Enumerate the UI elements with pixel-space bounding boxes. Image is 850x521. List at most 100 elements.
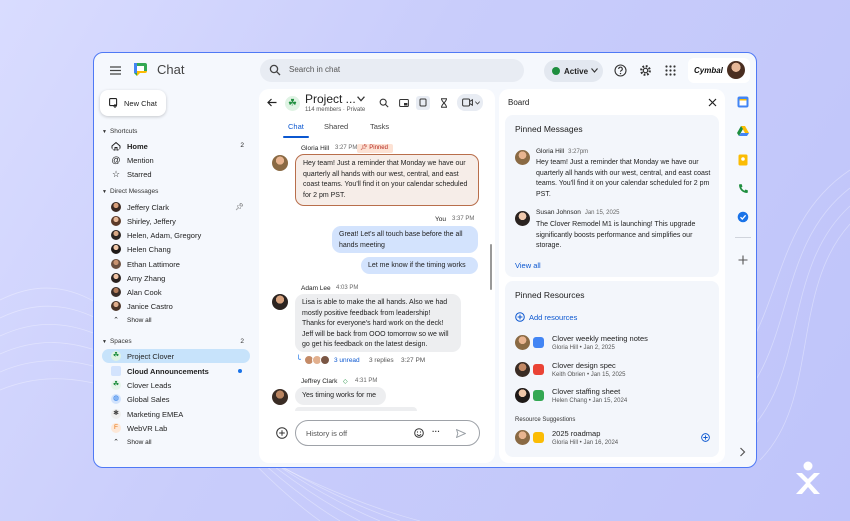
settings-gear-icon[interactable] — [639, 64, 652, 77]
emoji-icon[interactable] — [414, 428, 424, 438]
board-panel: Board Pinned Messages Gloria Hill 3:27pm … — [499, 89, 725, 463]
message-time: 4:31 PM — [355, 378, 378, 384]
avatar — [272, 294, 288, 310]
drive-icon[interactable] — [737, 125, 749, 137]
sidebar-item-project-clover[interactable]: ☘ Project Clover — [102, 349, 250, 363]
org-account-switcher[interactable]: Cymbal — [688, 58, 750, 83]
sidebar-item-ethan-lattimore[interactable]: Ethan Lattimore — [102, 257, 250, 271]
add-icon[interactable] — [737, 254, 749, 266]
thread-replies[interactable]: 3 replies — [369, 357, 394, 364]
webvr-space-icon: F — [111, 423, 121, 433]
pinned-message-text[interactable]: Hey team! Just a reminder that Monday we… — [536, 158, 712, 200]
sidebar-item-janice-castro[interactable]: Janice Castro — [102, 299, 250, 313]
sidebar-item-shirley-jeffery[interactable]: Shirley, Jeffery — [102, 214, 250, 228]
menu-icon[interactable] — [110, 66, 121, 75]
threads-icon[interactable] — [416, 96, 430, 110]
sidebar-item-mention[interactable]: @ Mention — [102, 153, 250, 167]
sidebar-item-cloud-announcements[interactable]: Cloud Announcements — [102, 364, 250, 378]
message-sender: Adam Lee — [301, 285, 331, 292]
message-bubble[interactable]: Hey team! Just a reminder that Monday we… — [295, 154, 479, 206]
avatar — [111, 216, 121, 226]
calendar-icon[interactable] — [737, 96, 749, 108]
slides-icon — [533, 364, 544, 375]
add-circle-icon[interactable] — [701, 433, 710, 442]
home-icon — [111, 141, 121, 151]
resource-name[interactable]: Clover staffing sheet — [552, 387, 620, 396]
new-chat-button[interactable]: New Chat — [100, 90, 166, 116]
space-title[interactable]: Project ... — [305, 92, 356, 106]
sidebar-item-amy-zhang[interactable]: Amy Zhang — [102, 271, 250, 285]
direct-messages-heading[interactable]: ▼ Direct Messages — [102, 188, 158, 195]
message-sender: Gloria Hill — [301, 145, 330, 152]
tab-tasks[interactable]: Tasks — [370, 122, 389, 131]
user-avatar[interactable] — [727, 61, 745, 79]
back-arrow-icon[interactable] — [267, 98, 277, 107]
avatar — [111, 244, 121, 254]
pin-icon: 📌︎ — [235, 204, 244, 211]
chat-panel: ☘ Project ... 114 members · Private Chat… — [259, 89, 495, 463]
more-options-icon[interactable]: ··· — [432, 427, 440, 436]
resource-name[interactable]: Clover weekly meeting notes — [552, 334, 648, 343]
message-bubble[interactable]: Great! Let's all touch base before the a… — [332, 226, 478, 253]
help-icon[interactable] — [614, 64, 627, 77]
avatar — [515, 150, 530, 165]
message-bubble[interactable]: Let me know if the timing works — [361, 257, 478, 274]
close-icon[interactable] — [708, 98, 717, 107]
sidebar-item-helen-adam-gregory[interactable]: Helen, Adam, Gregory — [102, 228, 250, 242]
sidebar-item-clover-leads[interactable]: ☘ Clover Leads — [102, 378, 250, 392]
tab-chat[interactable]: Chat — [288, 122, 304, 131]
sidebar-item-marketing-emea[interactable]: ✱ Marketing EMEA — [102, 407, 250, 421]
chevron-down-icon[interactable] — [357, 96, 365, 102]
search-icon[interactable] — [379, 98, 389, 108]
resource-suggestions-heading: Resource Suggestions — [515, 417, 576, 423]
sidebar-item-starred[interactable]: ☆ Starred — [102, 167, 250, 181]
send-icon[interactable] — [456, 429, 466, 438]
spaces-heading[interactable]: ▼ Spaces 2 — [102, 338, 250, 345]
add-attachment-icon[interactable] — [276, 427, 288, 439]
voice-phone-icon[interactable] — [737, 183, 749, 195]
avatar — [111, 202, 121, 212]
rail-divider — [735, 237, 751, 238]
video-call-button[interactable] — [457, 94, 483, 111]
sheets-icon — [533, 390, 544, 401]
search-input[interactable]: Search in chat — [289, 65, 340, 74]
shortcuts-heading[interactable]: ▼ Shortcuts — [102, 128, 137, 135]
sidebar-item-alan-cook[interactable]: Alan Cook — [102, 285, 250, 299]
tab-shared[interactable]: Shared — [324, 122, 348, 131]
search-bar[interactable]: Search in chat — [260, 59, 524, 82]
sidebar-item-label: Amy Zhang — [127, 274, 166, 283]
resource-name[interactable]: Clover design spec — [552, 361, 616, 370]
avatar — [320, 355, 330, 365]
sidebar-item-global-sales[interactable]: ◍ Global Sales — [102, 392, 250, 406]
resource-name[interactable]: 2025 roadmap — [552, 429, 600, 438]
sidebar-item-home[interactable]: Home 2 — [102, 139, 250, 153]
chevron-right-icon[interactable] — [738, 447, 747, 457]
apps-grid-icon[interactable] — [664, 64, 677, 77]
message-bubble[interactable]: Lisa is able to make the all hands. Also… — [295, 294, 461, 352]
scrollbar[interactable] — [490, 244, 492, 290]
avatar — [111, 301, 121, 311]
sidebar-item-helen-chang[interactable]: Helen Chang — [102, 242, 250, 256]
status-dropdown[interactable]: Active — [544, 60, 603, 82]
pinned-message-text[interactable]: The Clover Remodel M1 is launching! This… — [536, 220, 712, 252]
direct-messages-show-all[interactable]: ⌃ Show all — [102, 314, 250, 328]
pinned-message-sender: Susan Johnson Jan 15, 2025 — [536, 209, 620, 216]
message-bubble-partial — [295, 407, 417, 411]
new-chat-label: New Chat — [124, 99, 157, 108]
view-all-link[interactable]: View all — [515, 261, 541, 270]
hourglass-icon[interactable] — [439, 98, 449, 108]
picture-in-picture-icon[interactable] — [399, 98, 409, 108]
add-circle-icon — [515, 312, 525, 322]
spaces-show-all[interactable]: ⌃ Show all — [102, 436, 250, 450]
sidebar-item-jeffery-clark[interactable]: Jeffery Clark 📌︎ — [102, 200, 250, 214]
message-composer[interactable]: History is off ··· — [295, 420, 480, 446]
message-bubble[interactable]: Yes timing works for me — [295, 387, 386, 405]
message-time: 4:03 PM — [336, 285, 359, 291]
pinned-resources-card: Pinned Resources Add resources Clover we… — [505, 281, 719, 457]
marketing-space-icon: ✱ — [111, 409, 121, 419]
sidebar-item-webvr-lab[interactable]: F WebVR Lab — [102, 421, 250, 435]
tasks-icon[interactable] — [737, 211, 749, 223]
thread-unread[interactable]: 3 unread — [334, 357, 360, 364]
keep-icon[interactable] — [737, 154, 749, 166]
composer-input[interactable]: History is off — [306, 429, 347, 438]
